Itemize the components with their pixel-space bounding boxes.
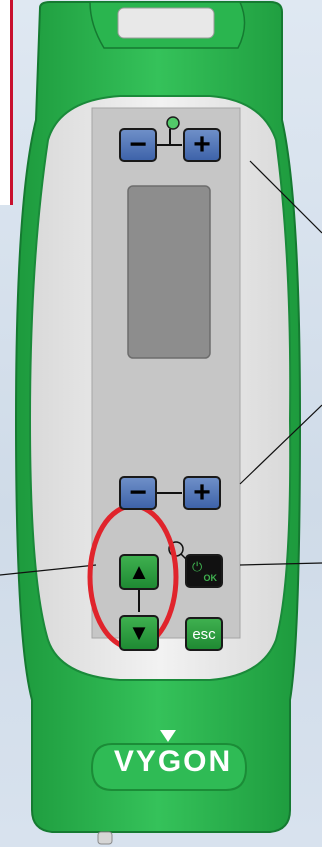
down-arrow-button[interactable]: ▼: [119, 615, 159, 651]
device-body: [0, 1, 322, 845]
top-minus-button[interactable]: −: [119, 128, 157, 162]
esc-button[interactable]: esc: [185, 617, 223, 651]
down-arrow-icon: ▼: [128, 620, 150, 645]
top-plus-button[interactable]: +: [183, 128, 221, 162]
power-ok-icon: ⏻: [192, 559, 203, 574]
ok-label: OK: [203, 573, 218, 583]
lcd-screen: [127, 185, 211, 359]
plus-icon: +: [193, 476, 211, 509]
brand-logo: VYGON: [113, 745, 233, 778]
plus-icon: +: [193, 128, 211, 161]
mid-minus-button[interactable]: −: [119, 476, 157, 510]
esc-label: esc: [192, 625, 216, 643]
led-indicator-icon: [166, 116, 180, 130]
minus-icon: −: [129, 128, 147, 161]
top-notch-slot: [117, 7, 215, 39]
bottom-clip: [97, 831, 113, 845]
power-ok-button[interactable]: ⏻ OK: [185, 554, 223, 588]
up-arrow-button[interactable]: ▲: [119, 554, 159, 590]
mid-plus-button[interactable]: +: [183, 476, 221, 510]
up-arrow-icon: ▲: [128, 559, 150, 584]
minus-icon: −: [129, 476, 147, 509]
